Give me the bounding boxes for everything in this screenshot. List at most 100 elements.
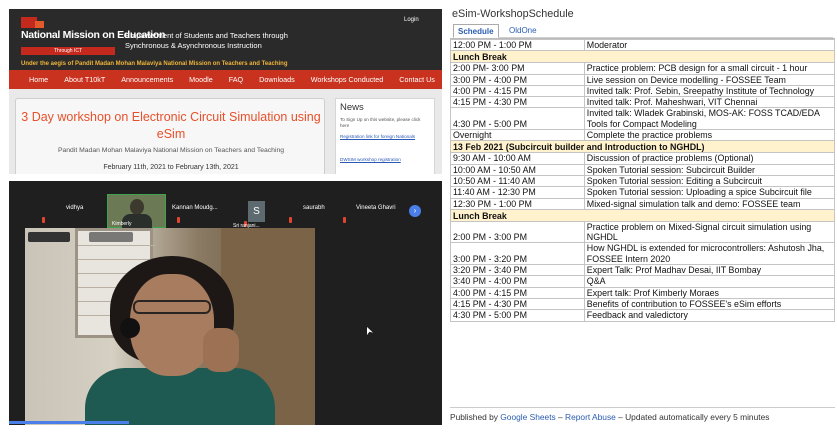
time-cell[interactable]: 12:00 PM - 1:00 PM (450, 39, 585, 52)
table-row[interactable]: 4:15 PM - 4:30 PM Invited talk: Prof. Mah… (450, 96, 835, 109)
nav-announcements[interactable]: Announcements (113, 70, 181, 89)
table-row[interactable]: Overnight Complete the practice problems (450, 129, 835, 142)
time-cell[interactable]: 4:30 PM - 5:00 PM (450, 107, 585, 131)
table-row[interactable]: 4:30 PM - 5:00 PM Invited talk: Wladek Gr… (450, 107, 835, 131)
table-row[interactable]: 3:00 PM - 3:20 PM How NGHDL is extended f… (450, 242, 835, 266)
main-video[interactable] (25, 228, 315, 425)
news-dwsim-link[interactable]: DWSIM workshop registration (340, 157, 432, 162)
activity-cell[interactable]: Mixed-signal simulation talk and demo: F… (583, 197, 835, 210)
activity-cell[interactable]: Spoken Tutorial session: Editing a Subci… (583, 174, 835, 188)
nav-faq[interactable]: FAQ (221, 70, 251, 89)
activity-cell[interactable]: Spoken Tutorial session: Subcircuit Buil… (583, 163, 835, 176)
participant-name[interactable]: saurabh (303, 205, 325, 211)
activity-cell[interactable]: Feedback and valedictory (583, 309, 835, 322)
section-header-cell[interactable]: Lunch Break (450, 50, 835, 64)
table-row[interactable]: 4:15 PM - 4:30 PM Benefits of contributio… (450, 297, 835, 311)
time-cell[interactable]: 10:50 AM - 11:40 AM (450, 174, 585, 188)
headset-icon (120, 318, 140, 338)
table-row[interactable]: 2:00 PM- 3:00 PM Practice problem: PCB de… (450, 62, 835, 75)
news-registration-link[interactable]: Registration link for foreign Nationals (340, 134, 432, 140)
footer-separator: – (558, 412, 563, 422)
tab-oldone[interactable]: OldOne (505, 24, 541, 38)
activity-cell[interactable]: Q&A (583, 275, 835, 288)
section-header-cell[interactable]: Lunch Break (450, 208, 835, 222)
nav-downloads[interactable]: Downloads (251, 70, 303, 89)
table-row[interactable]: 2:00 PM - 3:00 PM Practice problem on Mix… (450, 220, 835, 244)
table-row[interactable]: 3:40 PM - 4:00 PM Q&A (450, 275, 835, 288)
chevron-right-icon[interactable]: › (409, 205, 421, 217)
table-row[interactable]: 12:00 PM - 1:00 PM Moderator (450, 39, 835, 52)
section-header-cell[interactable]: 13 Feb 2021 (Subcircuit builder and Intr… (450, 140, 835, 154)
time-cell[interactable]: 12:30 PM - 1:00 PM (450, 197, 585, 210)
footer-published: Published by (450, 412, 498, 422)
time-cell[interactable]: Overnight (450, 129, 585, 142)
table-row[interactable]: 12:30 PM - 1:00 PM Mixed-signal simulatio… (450, 197, 835, 210)
site-content: 3 Day workshop on Electronic Circuit Sim… (9, 89, 442, 174)
activity-cell[interactable]: Expert talk: Prof Kimberly Moraes (583, 286, 835, 299)
site-nav: Home About T10kT Announcements Moodle FA… (9, 70, 442, 89)
table-row[interactable]: 4:00 PM - 4:15 PM Expert talk: Prof Kimbe… (450, 286, 835, 299)
activity-cell[interactable]: Complete the practice problems (583, 129, 835, 142)
activity-cell[interactable]: Live session on Device modelling - FOSSE… (583, 73, 835, 86)
participant-name[interactable]: Vineeta Ghavri (356, 205, 396, 211)
progress-bar (9, 421, 129, 424)
news-signup-item[interactable]: To Sign Up on this website, please click… (340, 117, 430, 129)
nav-home[interactable]: Home (21, 70, 56, 89)
time-cell[interactable]: 11:40 AM - 12:30 PM (450, 186, 585, 199)
time-cell[interactable]: 3:20 PM - 3:40 PM (450, 264, 585, 277)
table-row[interactable]: 11:40 AM - 12:30 PM Spoken Tutorial sessi… (450, 186, 835, 199)
time-cell[interactable]: 3:00 PM - 4:00 PM (450, 73, 585, 86)
table-row[interactable]: 4:00 PM - 4:15 PM Invited talk: Prof. Seb… (450, 84, 835, 98)
table-row[interactable]: 3:00 PM - 4:00 PM Live session on Device … (450, 73, 835, 86)
site-header: National Mission on Education Through IC… (9, 9, 442, 70)
time-cell[interactable]: 3:00 PM - 3:20 PM (450, 242, 585, 266)
activity-cell[interactable]: Invited talk: Wladek Grabinski, MOS-AK: … (583, 107, 835, 131)
thumb-head (130, 199, 144, 215)
activity-cell[interactable]: Practice problem: PCB design for a small… (583, 62, 835, 75)
sheet-footer: Published by Google Sheets – Report Abus… (450, 407, 835, 427)
schedule-grid[interactable]: 12:00 PM - 1:00 PM Moderator Lunch Break 2:… (450, 38, 835, 405)
activity-cell[interactable]: Practice problem on Mixed-Signal circuit… (583, 220, 835, 244)
footer-google-sheets-link[interactable]: Google Sheets (500, 412, 555, 422)
section-header-row[interactable]: 13 Feb 2021 (Subcircuit builder and Intr… (450, 140, 835, 154)
table-row[interactable]: 10:00 AM - 10:50 AM Spoken Tutorial sessi… (450, 163, 835, 176)
logo-accent-icon (35, 21, 44, 28)
login-link[interactable]: Login (404, 17, 419, 23)
time-cell[interactable]: 10:00 AM - 10:50 AM (450, 163, 585, 176)
section-header-row[interactable]: Lunch Break (450, 50, 835, 64)
time-cell[interactable]: 4:00 PM - 4:15 PM (450, 286, 585, 299)
table-row[interactable]: 10:50 AM - 11:40 AM Spoken Tutorial sessi… (450, 174, 835, 188)
activity-cell[interactable]: Invited talk: Prof. Maheshwari, VIT Chen… (583, 96, 835, 109)
nav-moodle[interactable]: Moodle (181, 70, 221, 89)
participant-name[interactable]: Kannan Moudg... (172, 205, 218, 211)
nav-about[interactable]: About T10kT (56, 70, 113, 89)
avatar[interactable]: S (248, 201, 265, 222)
time-cell[interactable]: 4:15 PM - 4:30 PM (450, 96, 585, 109)
nav-contact[interactable]: Contact Us (391, 70, 442, 89)
sheet-tab-bar: Schedule OldOne (453, 24, 833, 38)
activity-cell[interactable]: Moderator (583, 39, 835, 52)
tab-schedule[interactable]: Schedule (453, 24, 499, 38)
activity-cell[interactable]: Invited talk: Prof. Sebin, Sreepathy Ins… (583, 84, 835, 98)
section-header-row[interactable]: Lunch Break (450, 208, 835, 222)
activity-cell[interactable]: Spoken Tutorial session: Uploading a spi… (583, 186, 835, 199)
time-cell[interactable]: 3:40 PM - 4:00 PM (450, 275, 585, 288)
footer-report-abuse-link[interactable]: Report Abuse (565, 412, 616, 422)
activity-cell[interactable]: Expert Talk: Prof Madhav Desai, IIT Bomb… (583, 264, 835, 277)
time-cell[interactable]: 9:30 AM - 10:00 AM (450, 152, 585, 165)
activity-cell[interactable]: How NGHDL is extended for microcontrolle… (583, 242, 835, 266)
time-cell[interactable]: 2:00 PM - 3:00 PM (450, 220, 585, 244)
time-cell[interactable]: 4:30 PM - 5:00 PM (450, 309, 585, 322)
nav-workshops[interactable]: Workshops Conducted (303, 70, 392, 89)
time-cell[interactable]: 2:00 PM- 3:00 PM (450, 62, 585, 75)
participant-name[interactable]: vidhya (66, 205, 83, 211)
table-row[interactable]: 3:20 PM - 3:40 PM Expert Talk: Prof Madha… (450, 264, 835, 277)
site-aegis-text: Under the aegis of Pandit Madan Mohan Ma… (21, 61, 288, 67)
table-row[interactable]: 9:30 AM - 10:00 AM Discussion of practice… (450, 152, 835, 165)
table-row[interactable]: 4:30 PM - 5:00 PM Feedback and valedictor… (450, 309, 835, 322)
activity-cell[interactable]: Benefits of contribution to FOSSEE's eSi… (583, 297, 835, 311)
time-cell[interactable]: 4:15 PM - 4:30 PM (450, 297, 585, 311)
video-controls[interactable] (28, 232, 70, 242)
time-cell[interactable]: 4:00 PM - 4:15 PM (450, 84, 585, 98)
activity-cell[interactable]: Discussion of practice problems (Optiona… (583, 152, 835, 165)
